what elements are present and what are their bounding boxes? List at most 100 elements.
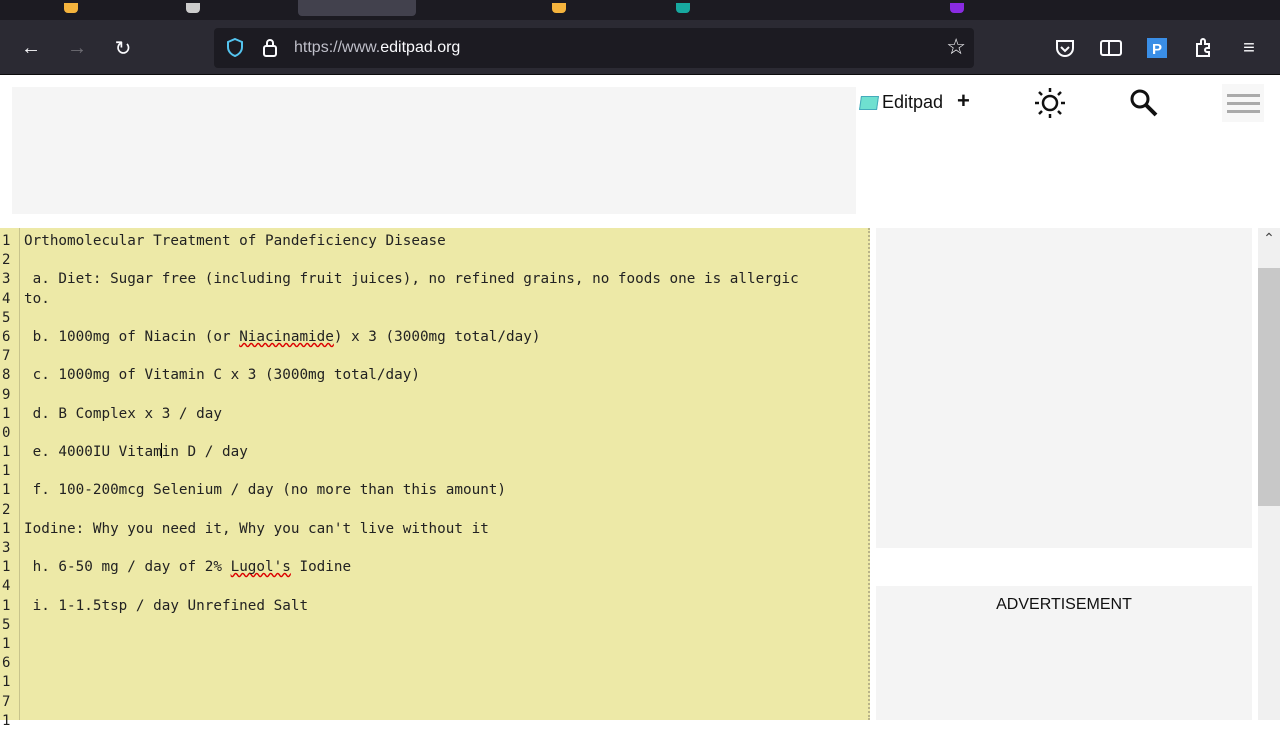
editor-content[interactable]: Orthomolecular Treatment of Pandeficienc…	[24, 232, 799, 616]
editor-line[interactable]: h. 6-50 mg / day of 2% Lugol's Iodine	[24, 558, 799, 577]
advertisement-box: ADVERTISEMENT	[876, 586, 1252, 720]
url-domain: editpad.org	[380, 39, 461, 56]
reader-view-icon[interactable]	[1097, 34, 1125, 62]
line-number: 1	[2, 233, 11, 249]
line-number: 1	[2, 712, 11, 729]
tab-favicon-icon	[950, 3, 964, 13]
editor-line[interactable]	[24, 309, 799, 328]
editor-line[interactable]	[24, 577, 799, 596]
back-button[interactable]: ←	[17, 34, 45, 62]
line-text: f. 100-200mcg Selenium / day (no more th…	[24, 482, 507, 499]
line-number: 4	[2, 578, 11, 595]
forward-button[interactable]: →	[63, 34, 91, 62]
editor-line[interactable]	[24, 386, 799, 405]
line-text: ) x 3 (3000mg total/day)	[333, 328, 541, 345]
scrollbar-thumb[interactable]	[1258, 268, 1280, 506]
line-text: d. B Complex x 3 / day	[24, 405, 222, 422]
line-number: 3	[2, 271, 11, 288]
text-editor[interactable]: 12345678910111213141516171 Orthomolecula…	[0, 228, 870, 729]
editor-line[interactable]: i. 1-1.5tsp / day Unrefined Salt	[24, 597, 799, 616]
line-number: 7	[2, 693, 11, 710]
line-number: 1	[2, 520, 11, 537]
extension-p-icon[interactable]: P	[1143, 34, 1171, 62]
bookmark-star-icon[interactable]: ☆	[946, 34, 966, 60]
line-text: to.	[24, 290, 50, 307]
line-text: h. 6-50 mg / day of 2%	[24, 559, 231, 576]
url-prefix: https://www.	[294, 39, 381, 56]
editor-line[interactable]	[24, 501, 799, 520]
line-number: 1	[2, 597, 11, 614]
app-menu-icon[interactable]: ≡	[1235, 34, 1263, 62]
browser-tab[interactable]	[186, 0, 200, 16]
line-number: 3	[2, 540, 11, 556]
line-text: e. 4000IU Vitam	[24, 444, 162, 461]
pocket-icon[interactable]	[1051, 34, 1079, 62]
line-text: Iodine	[290, 559, 352, 576]
tab-favicon-icon	[676, 3, 690, 13]
misspelled-word: Lugol's	[230, 559, 291, 576]
line-number: 1	[2, 559, 11, 576]
line-text: c. 1000mg of Vitamin C x 3 (3000mg total…	[24, 367, 420, 384]
notebook-icon	[859, 95, 879, 110]
search-icon[interactable]	[1128, 87, 1160, 119]
line-number-gutter: 12345678910111213141516171	[0, 228, 20, 729]
line-text: b. 1000mg of Niacin (or	[24, 328, 240, 345]
editor-line[interactable]: Iodine: Why you need it, Why you can't l…	[24, 520, 799, 539]
advertisement-label: ADVERTISEMENT	[996, 596, 1132, 613]
browser-toolbar: ← → ↻ https://www.editpad.org ☆ P ≡	[0, 20, 1280, 75]
line-text: in D / day	[161, 444, 248, 461]
line-text: a. Diet: Sugar free (including fruit jui…	[24, 271, 799, 288]
line-number: 4	[2, 290, 11, 307]
line-number: 5	[2, 616, 11, 633]
editor-line[interactable]: Orthomolecular Treatment of Pandeficienc…	[24, 232, 799, 251]
editor-line[interactable]: e. 4000IU Vitamin D / day	[24, 443, 799, 462]
line-number: 6	[2, 655, 11, 672]
editor-line[interactable]: to.	[24, 290, 799, 309]
editor-line[interactable]: f. 100-200mcg Selenium / day (no more th…	[24, 481, 799, 500]
line-number: 5	[2, 309, 11, 326]
reload-button[interactable]: ↻	[109, 34, 137, 62]
editor-line[interactable]: b. 1000mg of Niacin (or Niacinamide) x 3…	[24, 328, 799, 347]
shield-icon[interactable]	[226, 38, 244, 58]
line-number: 8	[2, 367, 11, 384]
browser-tab[interactable]	[552, 0, 566, 16]
logo-text: Editpad	[882, 92, 944, 112]
editor-line[interactable]	[24, 251, 799, 270]
editpad-logo[interactable]: Editpad	[859, 92, 944, 113]
editor-line[interactable]	[24, 539, 799, 558]
browser-tab[interactable]	[950, 0, 964, 16]
editor-line[interactable]: d. B Complex x 3 / day	[24, 405, 799, 424]
editor-line[interactable]: c. 1000mg of Vitamin C x 3 (3000mg total…	[24, 366, 799, 385]
line-number: 1	[2, 405, 11, 422]
tab-bar	[0, 0, 1280, 20]
tab-favicon-icon	[64, 3, 78, 13]
new-document-button[interactable]: +	[957, 88, 970, 114]
browser-tab[interactable]	[676, 0, 690, 16]
hamburger-menu-button[interactable]	[1222, 84, 1264, 122]
scroll-up-arrow-icon[interactable]: ⌃	[1258, 230, 1280, 247]
line-text: Iodine: Why you need it, Why you can't l…	[24, 520, 489, 537]
svg-text:P: P	[1152, 41, 1162, 58]
active-tab[interactable]	[298, 0, 416, 16]
url-text[interactable]: https://www.editpad.org	[294, 39, 460, 57]
lock-icon[interactable]	[262, 38, 278, 58]
line-text: i. 1-1.5tsp / day Unrefined Salt	[24, 597, 309, 614]
address-bar[interactable]: https://www.editpad.org ☆	[214, 28, 974, 68]
line-number: 2	[2, 501, 11, 518]
theme-toggle-sun-icon[interactable]	[1033, 86, 1067, 120]
browser-tab[interactable]	[64, 0, 78, 16]
line-number: 1	[2, 444, 11, 461]
line-number: 0	[2, 424, 11, 441]
editor-line[interactable]	[24, 462, 799, 481]
editor-line[interactable]	[24, 347, 799, 366]
line-number: 1	[2, 674, 11, 691]
line-number: 1	[2, 482, 11, 499]
line-number: 9	[2, 386, 11, 403]
line-number: 1	[2, 635, 11, 652]
editor-line[interactable]: a. Diet: Sugar free (including fruit jui…	[24, 270, 799, 289]
extensions-puzzle-icon[interactable]	[1190, 34, 1218, 62]
top-ad-placeholder	[12, 87, 856, 214]
page-scrollbar[interactable]: ⌃	[1258, 228, 1280, 720]
editor-line[interactable]	[24, 424, 799, 443]
line-number: 1	[2, 463, 11, 480]
